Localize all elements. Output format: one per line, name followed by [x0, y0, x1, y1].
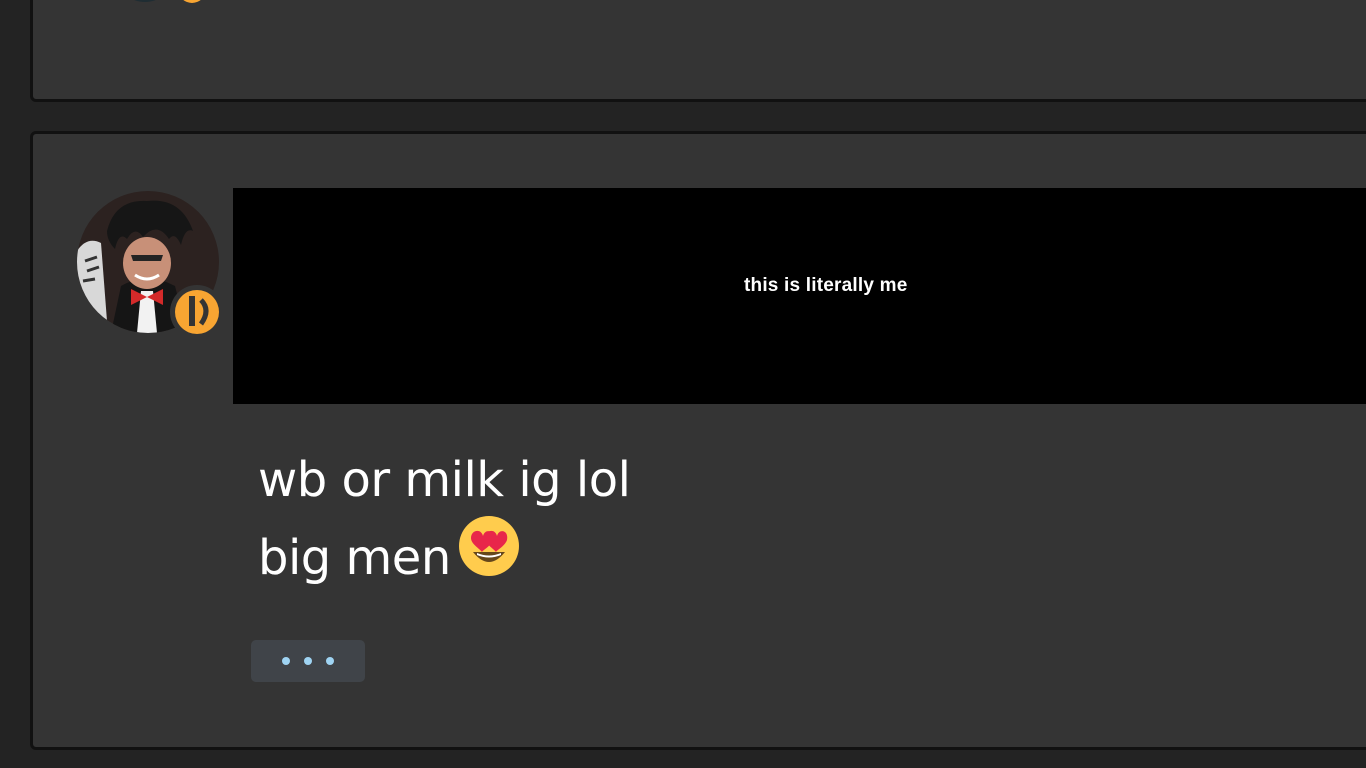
message-line-2-text: big men	[258, 530, 451, 586]
message-line-1: wb or milk ig lol	[258, 452, 631, 508]
ellipsis-icon	[282, 657, 334, 665]
media-caption: this is literally me	[744, 275, 908, 296]
message-line-2: big men	[258, 516, 630, 604]
status-icon	[175, 290, 219, 334]
post-card: this is literally me wb or milk ig lol b…	[30, 131, 1366, 750]
status-badge	[170, 285, 224, 339]
feed-page: this is literally me wb or milk ig lol b…	[0, 0, 1366, 768]
heart-eyes-emoji-icon	[458, 516, 519, 576]
previous-post-card	[30, 0, 1366, 102]
message-text: wb or milk ig lol big men	[258, 442, 631, 604]
media-embed[interactable]: this is literally me	[233, 188, 1366, 404]
heart-eyes-emoji	[457, 514, 521, 600]
more-options-button[interactable]	[251, 640, 365, 682]
